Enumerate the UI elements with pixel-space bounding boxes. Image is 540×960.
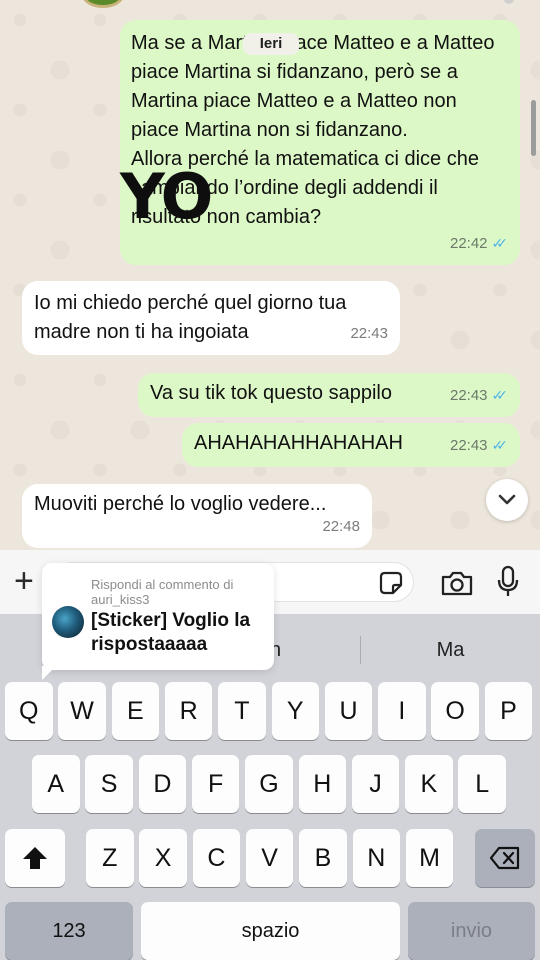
key-b[interactable]: B [299,829,347,887]
key-r[interactable]: R [164,682,213,740]
header-icon[interactable] [504,0,514,4]
microphone-icon[interactable] [496,565,520,599]
shift-key[interactable] [5,829,65,887]
comment-text: [Sticker] Voglio la rispostaaaaa [91,610,251,655]
key-j[interactable]: J [351,755,400,813]
message-meta: 22:42 ✓✓ [450,229,508,258]
key-n[interactable]: N [352,829,400,887]
contact-avatar[interactable] [82,0,124,8]
numbers-key[interactable]: 123 [5,902,133,960]
message-meta: 22:48 [322,512,360,541]
key-y[interactable]: Y [271,682,319,740]
message-time: 22:43 [350,325,388,342]
message-time: 22:43 [449,437,488,454]
message-meta: 22:43 ✓✓ [450,431,508,460]
chat-background: Ma se a Martina piace Matteo e a Matteo … [0,0,540,560]
key-u[interactable]: U [324,682,373,740]
sticker-text-overlay: YO [120,160,213,233]
reply-comment-card: Rispondi al commento di auri_kiss3 [Stic… [42,563,274,670]
key-m[interactable]: M [405,829,454,887]
message-time: 22:42 [449,235,488,252]
message-time: 22:48 [322,518,360,535]
plus-icon[interactable]: + [14,564,34,598]
chevron-down-icon [498,494,516,505]
read-receipt-icon: ✓✓ [491,437,509,453]
shift-icon [23,847,47,869]
message-bubble-outgoing[interactable]: Va su tik tok questo sappilo 22:43 ✓✓ [138,373,520,417]
key-f[interactable]: F [191,755,240,813]
sticker-icon[interactable] [377,569,405,597]
backspace-icon [489,846,520,870]
key-i[interactable]: I [378,682,426,740]
key-x[interactable]: X [139,829,187,887]
scrollbar[interactable] [531,100,536,156]
key-d[interactable]: D [138,755,187,813]
day-separator: Ieri [243,33,299,55]
scroll-to-bottom-button[interactable] [486,479,528,521]
key-q[interactable]: Q [5,682,53,740]
key-v[interactable]: V [245,829,294,887]
comment-card-tail [42,666,56,680]
key-e[interactable]: E [111,682,160,740]
message-time: 22:43 [449,387,488,404]
key-o[interactable]: O [431,682,479,740]
space-key[interactable]: spazio [141,902,400,960]
key-w[interactable]: W [58,682,106,740]
key-c[interactable]: C [192,829,241,887]
suggestion-2[interactable]: Ma [361,630,540,670]
return-key[interactable]: invio [408,902,535,960]
message-meta: 22:43 ✓✓ [450,381,508,410]
message-text: Io mi chiedo perché quel giorno tua madr… [34,292,347,343]
key-t[interactable]: T [218,682,266,740]
key-h[interactable]: H [298,755,346,813]
key-k[interactable]: K [405,755,453,813]
key-s[interactable]: S [85,755,133,813]
key-a[interactable]: A [32,755,80,813]
key-p[interactable]: P [484,682,533,740]
read-receipt-icon: ✓✓ [491,387,509,403]
reply-to-label: Rispondi al commento di auri_kiss3 [91,577,234,607]
commenter-avatar [52,606,84,638]
key-g[interactable]: G [245,755,293,813]
message-text: Muoviti perché lo voglio vedere... [34,493,327,515]
key-z[interactable]: Z [86,829,134,887]
message-bubble-incoming[interactable]: Muoviti perché lo voglio vedere... 22:48 [22,484,372,548]
message-bubble-outgoing[interactable]: AHAHAHAHHAHAHAH 22:43 ✓✓ [182,423,520,467]
message-bubble-incoming[interactable]: Io mi chiedo perché quel giorno tua madr… [22,281,400,355]
message-meta: 22:43 [350,319,388,348]
read-receipt-icon: ✓✓ [491,235,509,251]
camera-icon[interactable] [440,568,474,598]
backspace-key[interactable] [475,829,535,887]
key-l[interactable]: L [458,755,506,813]
